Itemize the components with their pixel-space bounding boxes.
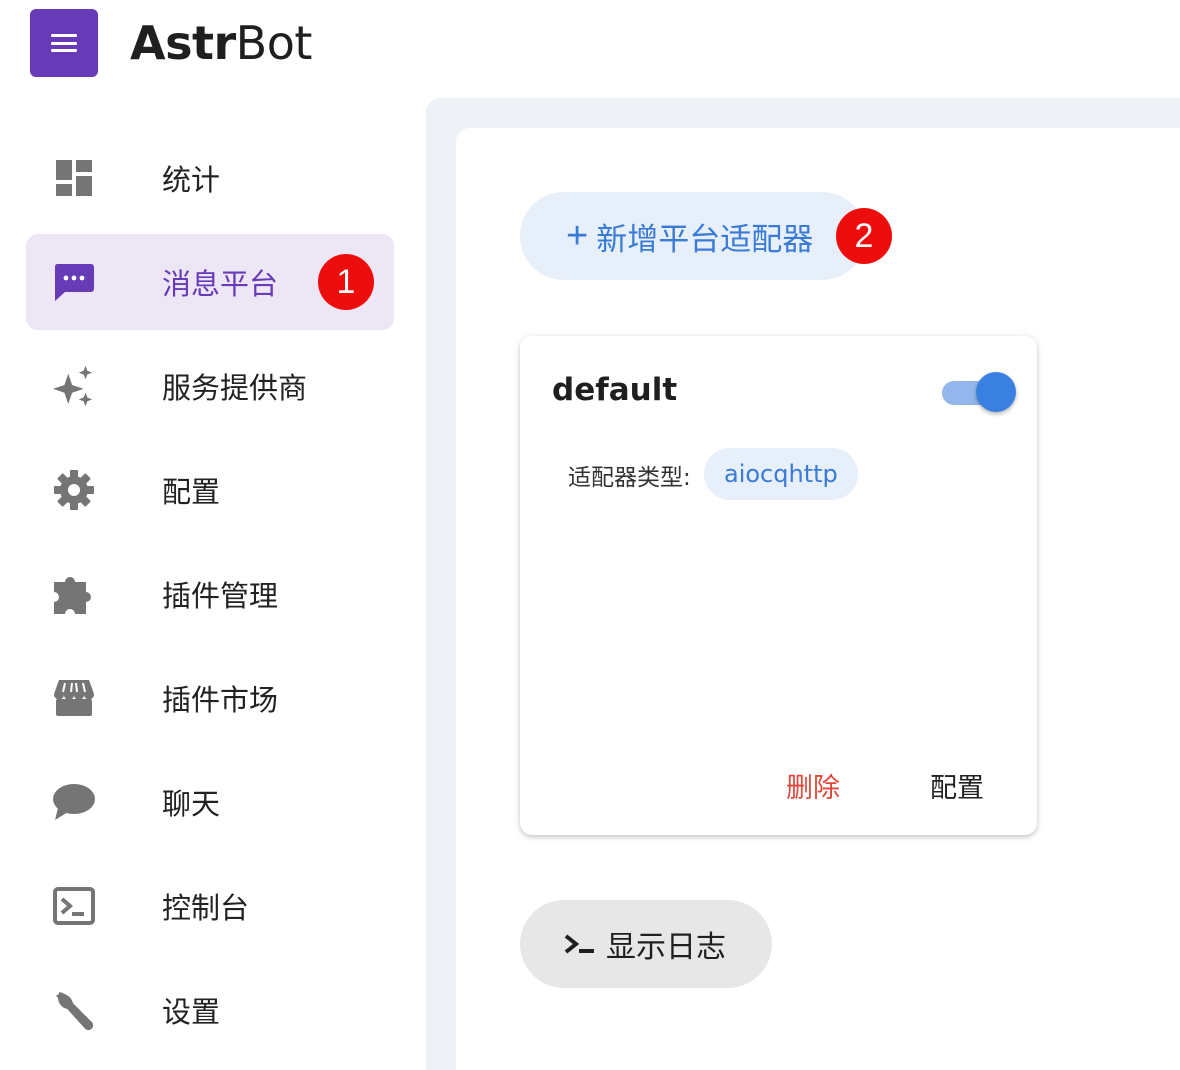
sidebar-item-label: 插件市场 bbox=[162, 683, 279, 717]
sidebar-item-label: 服务提供商 bbox=[162, 371, 308, 405]
menu-button[interactable] bbox=[30, 9, 98, 77]
add-platform-adapter-button[interactable]: + 新增平台适配器 bbox=[520, 192, 866, 280]
sidebar-item-plugin-market[interactable]: 插件市场 bbox=[26, 650, 394, 746]
console-icon bbox=[52, 884, 96, 928]
sidebar-item-label: 统计 bbox=[162, 163, 221, 197]
add-button-label: 新增平台适配器 bbox=[596, 221, 814, 257]
sidebar-item-label: 控制台 bbox=[162, 891, 250, 925]
config-button[interactable]: 配置 bbox=[930, 766, 984, 805]
puzzle-icon bbox=[52, 572, 96, 616]
adapter-type-label: 适配器类型: bbox=[568, 465, 691, 491]
show-log-button[interactable]: 显示日志 bbox=[520, 900, 772, 988]
delete-button[interactable]: 删除 bbox=[786, 766, 840, 805]
sidebar-item-label: 配置 bbox=[162, 475, 221, 509]
adapter-card: default 适配器类型: aiocqhttp 删除 配置 bbox=[520, 336, 1037, 835]
store-icon bbox=[52, 676, 96, 720]
gear-icon bbox=[52, 468, 96, 512]
adapter-name: default bbox=[552, 372, 678, 408]
menu-icon bbox=[51, 34, 77, 52]
toggle-thumb bbox=[976, 372, 1016, 412]
sidebar-item-label: 聊天 bbox=[162, 787, 221, 821]
message-icon bbox=[52, 260, 96, 304]
app-logo: AstrBot bbox=[130, 14, 312, 72]
dashboard-icon bbox=[52, 156, 96, 200]
plus-icon: + bbox=[566, 215, 589, 257]
sidebar-item-label: 消息平台 bbox=[162, 267, 279, 301]
sidebar-item-stats[interactable]: 统计 bbox=[26, 130, 394, 226]
sidebar-item-label: 插件管理 bbox=[162, 579, 279, 613]
step-marker-1: 1 bbox=[318, 254, 374, 310]
show-log-label: 显示日志 bbox=[606, 931, 726, 964]
adapter-enable-toggle[interactable] bbox=[940, 372, 1018, 412]
chat-icon bbox=[52, 780, 96, 824]
sparkle-icon bbox=[52, 364, 96, 408]
wrench-icon bbox=[52, 988, 96, 1032]
sidebar-item-providers[interactable]: 服务提供商 bbox=[26, 338, 394, 434]
sidebar-item-chat[interactable]: 聊天 bbox=[26, 754, 394, 850]
sidebar-item-console[interactable]: 控制台 bbox=[26, 858, 394, 954]
logo-regular: Bot bbox=[235, 16, 313, 70]
terminal-prompt-icon bbox=[564, 933, 596, 955]
logo-bold: Astr bbox=[130, 16, 236, 70]
sidebar-item-settings[interactable]: 设置 bbox=[26, 962, 394, 1058]
sidebar-item-label: 设置 bbox=[162, 995, 221, 1029]
sidebar-item-plugin-manage[interactable]: 插件管理 bbox=[26, 546, 394, 642]
sidebar-item-config[interactable]: 配置 bbox=[26, 442, 394, 538]
adapter-type-chip: aiocqhttp bbox=[704, 448, 858, 500]
step-marker-2: 2 bbox=[836, 208, 892, 264]
